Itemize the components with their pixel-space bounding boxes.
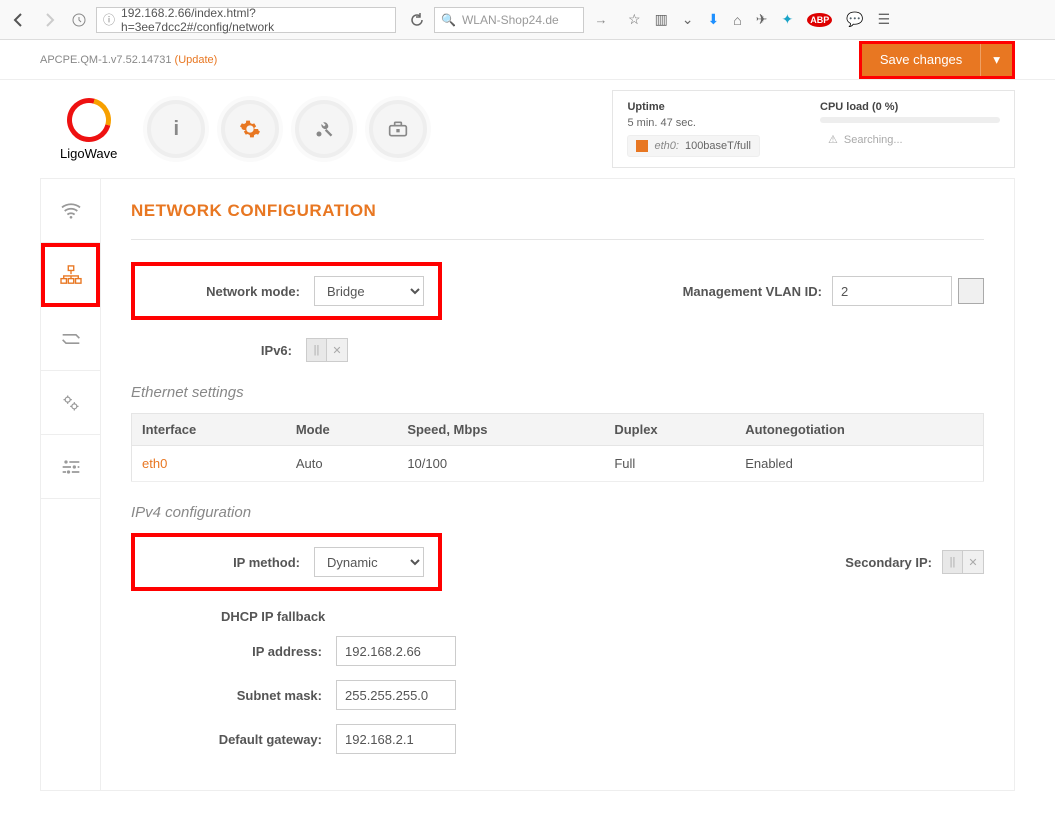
th-interface: Interface bbox=[132, 414, 286, 446]
save-changes-dropdown[interactable]: ▾ bbox=[980, 44, 1012, 76]
browser-extra-icons: ☆ ▥ ⌄ ⬇ ⌂ ✈ ✦ ABP 💬 ☰ bbox=[628, 11, 890, 28]
sidebar-item-traffic[interactable] bbox=[41, 307, 100, 371]
save-changes-area: Save changes ▾ bbox=[859, 41, 1015, 79]
ip-address-input[interactable] bbox=[336, 636, 456, 666]
secondary-ip-toggle[interactable]: ||✕ bbox=[942, 550, 984, 574]
th-auto: Autonegotiation bbox=[735, 414, 983, 446]
network-mode-select[interactable]: Bridge bbox=[314, 276, 424, 306]
star-icon[interactable]: ☆ bbox=[628, 11, 641, 28]
ip-address-label: IP address: bbox=[131, 644, 336, 659]
wifi-status: Searching... bbox=[844, 134, 903, 146]
library-icon[interactable]: ▥ bbox=[655, 11, 668, 28]
save-changes-button[interactable]: Save changes bbox=[862, 44, 980, 76]
uptime-block: Uptime 5 min. 47 sec. eth0: 100baseT/ful… bbox=[627, 101, 760, 157]
uptime-value: 5 min. 47 sec. bbox=[627, 117, 760, 129]
sidebar bbox=[41, 179, 101, 790]
sidebar-item-system[interactable] bbox=[41, 435, 100, 499]
search-placeholder: WLAN-Shop24.de bbox=[462, 13, 559, 27]
header-area: LigoWave i Uptime 5 min. 47 sec. eth0: 1… bbox=[0, 80, 1055, 178]
settings-circle-button[interactable] bbox=[221, 100, 279, 158]
vlan-enable-checkbox[interactable] bbox=[958, 278, 984, 304]
uptime-label: Uptime bbox=[627, 101, 664, 113]
ip-method-highlight: IP method: Dynamic bbox=[131, 533, 442, 591]
content-area: NETWORK CONFIGURATION Network mode: Brid… bbox=[101, 179, 1014, 790]
browser-toolbar: ⓘ 192.168.2.66/index.html?h=3ee7dcc2#/co… bbox=[0, 0, 1055, 40]
logo-ring-icon bbox=[59, 89, 119, 149]
logo: LigoWave bbox=[60, 98, 117, 161]
home-icon[interactable]: ⌂ bbox=[733, 12, 741, 28]
cell-auto: Enabled bbox=[735, 446, 983, 482]
eth-speed: 100baseT/full bbox=[685, 140, 751, 152]
status-panel: Uptime 5 min. 47 sec. eth0: 100baseT/ful… bbox=[612, 90, 1015, 168]
th-mode: Mode bbox=[286, 414, 397, 446]
vlan-input[interactable] bbox=[832, 276, 952, 306]
update-link[interactable]: (Update) bbox=[175, 54, 218, 66]
logo-text: LigoWave bbox=[60, 146, 117, 161]
ip-method-select[interactable]: Dynamic bbox=[314, 547, 424, 577]
page-info-bar: APCPE.QM-1.v7.52.14731 (Update) Save cha… bbox=[0, 40, 1055, 80]
eth-square-icon bbox=[636, 140, 648, 152]
send-icon[interactable]: ✈ bbox=[756, 11, 768, 28]
cell-mode: Auto bbox=[286, 446, 397, 482]
ethernet-table: Interface Mode Speed, Mbps Duplex Autone… bbox=[131, 413, 984, 482]
go-button[interactable]: → bbox=[588, 7, 614, 33]
support-circle-button[interactable] bbox=[369, 100, 427, 158]
cell-speed: 10/100 bbox=[397, 446, 604, 482]
url-text: 192.168.2.66/index.html?h=3ee7dcc2#/conf… bbox=[121, 6, 389, 34]
abp-icon[interactable]: ABP bbox=[807, 13, 832, 27]
ext1-icon[interactable]: ✦ bbox=[781, 11, 793, 28]
search-icon: 🔍 bbox=[441, 13, 456, 27]
firmware-version: APCPE.QM-1.v7.52.14731 (Update) bbox=[40, 54, 217, 66]
cell-iface: eth0 bbox=[132, 446, 286, 482]
fw-text: APCPE.QM-1.v7.52.14731 bbox=[40, 54, 171, 66]
cell-duplex: Full bbox=[604, 446, 735, 482]
page-title: NETWORK CONFIGURATION bbox=[131, 201, 984, 221]
secondary-ip-label: Secondary IP: bbox=[845, 555, 942, 570]
security-icon[interactable] bbox=[66, 7, 92, 33]
sidebar-item-wireless[interactable] bbox=[41, 179, 100, 243]
menu-icon[interactable]: ☰ bbox=[878, 11, 891, 28]
th-speed: Speed, Mbps bbox=[397, 414, 604, 446]
default-gateway-label: Default gateway: bbox=[131, 732, 336, 747]
wifi-status-badge: ⚠︎ Searching... bbox=[820, 129, 911, 150]
eth-status-badge: eth0: 100baseT/full bbox=[627, 135, 760, 157]
network-mode-highlight: Network mode: Bridge bbox=[131, 262, 442, 320]
th-duplex: Duplex bbox=[604, 414, 735, 446]
subnet-mask-input[interactable] bbox=[336, 680, 456, 710]
back-button[interactable] bbox=[6, 7, 32, 33]
subnet-mask-label: Subnet mask: bbox=[131, 688, 336, 703]
sidebar-item-network[interactable] bbox=[41, 243, 100, 307]
search-bar[interactable]: 🔍 WLAN-Shop24.de bbox=[434, 7, 584, 33]
cpu-label: CPU load (0 %) bbox=[820, 101, 898, 113]
info-circle-button[interactable]: i bbox=[147, 100, 205, 158]
forward-button[interactable] bbox=[36, 7, 62, 33]
divider bbox=[131, 239, 984, 240]
default-gateway-input[interactable] bbox=[336, 724, 456, 754]
download-icon[interactable]: ⬇ bbox=[708, 11, 720, 28]
network-mode-label: Network mode: bbox=[139, 284, 314, 299]
sidebar-item-services[interactable] bbox=[41, 371, 100, 435]
cpu-bar bbox=[820, 117, 1000, 123]
chat-icon[interactable]: 💬 bbox=[846, 11, 863, 28]
dhcp-fallback-header: DHCP IP fallback bbox=[221, 609, 984, 624]
url-bar[interactable]: ⓘ 192.168.2.66/index.html?h=3ee7dcc2#/co… bbox=[96, 7, 396, 33]
table-row[interactable]: eth0 Auto 10/100 Full Enabled bbox=[132, 446, 984, 482]
ipv6-toggle[interactable]: ||✕ bbox=[306, 338, 348, 362]
circle-nav: i bbox=[147, 100, 427, 158]
ethernet-section-title: Ethernet settings bbox=[131, 384, 984, 401]
eth-iface: eth0: bbox=[654, 140, 678, 152]
ipv6-label: IPv6: bbox=[131, 343, 306, 358]
pocket-icon[interactable]: ⌄ bbox=[682, 11, 694, 28]
ip-method-label: IP method: bbox=[139, 555, 314, 570]
wifi-icon: ⚠︎ bbox=[828, 133, 838, 146]
tools-circle-button[interactable] bbox=[295, 100, 353, 158]
vlan-label: Management VLAN ID: bbox=[683, 284, 832, 299]
main-panel: NETWORK CONFIGURATION Network mode: Brid… bbox=[40, 178, 1015, 791]
info-icon: ⓘ bbox=[103, 11, 115, 28]
refresh-button[interactable] bbox=[404, 7, 430, 33]
cpu-block: CPU load (0 %) ⚠︎ Searching... bbox=[820, 101, 1000, 157]
ipv4-section-title: IPv4 configuration bbox=[131, 504, 984, 521]
